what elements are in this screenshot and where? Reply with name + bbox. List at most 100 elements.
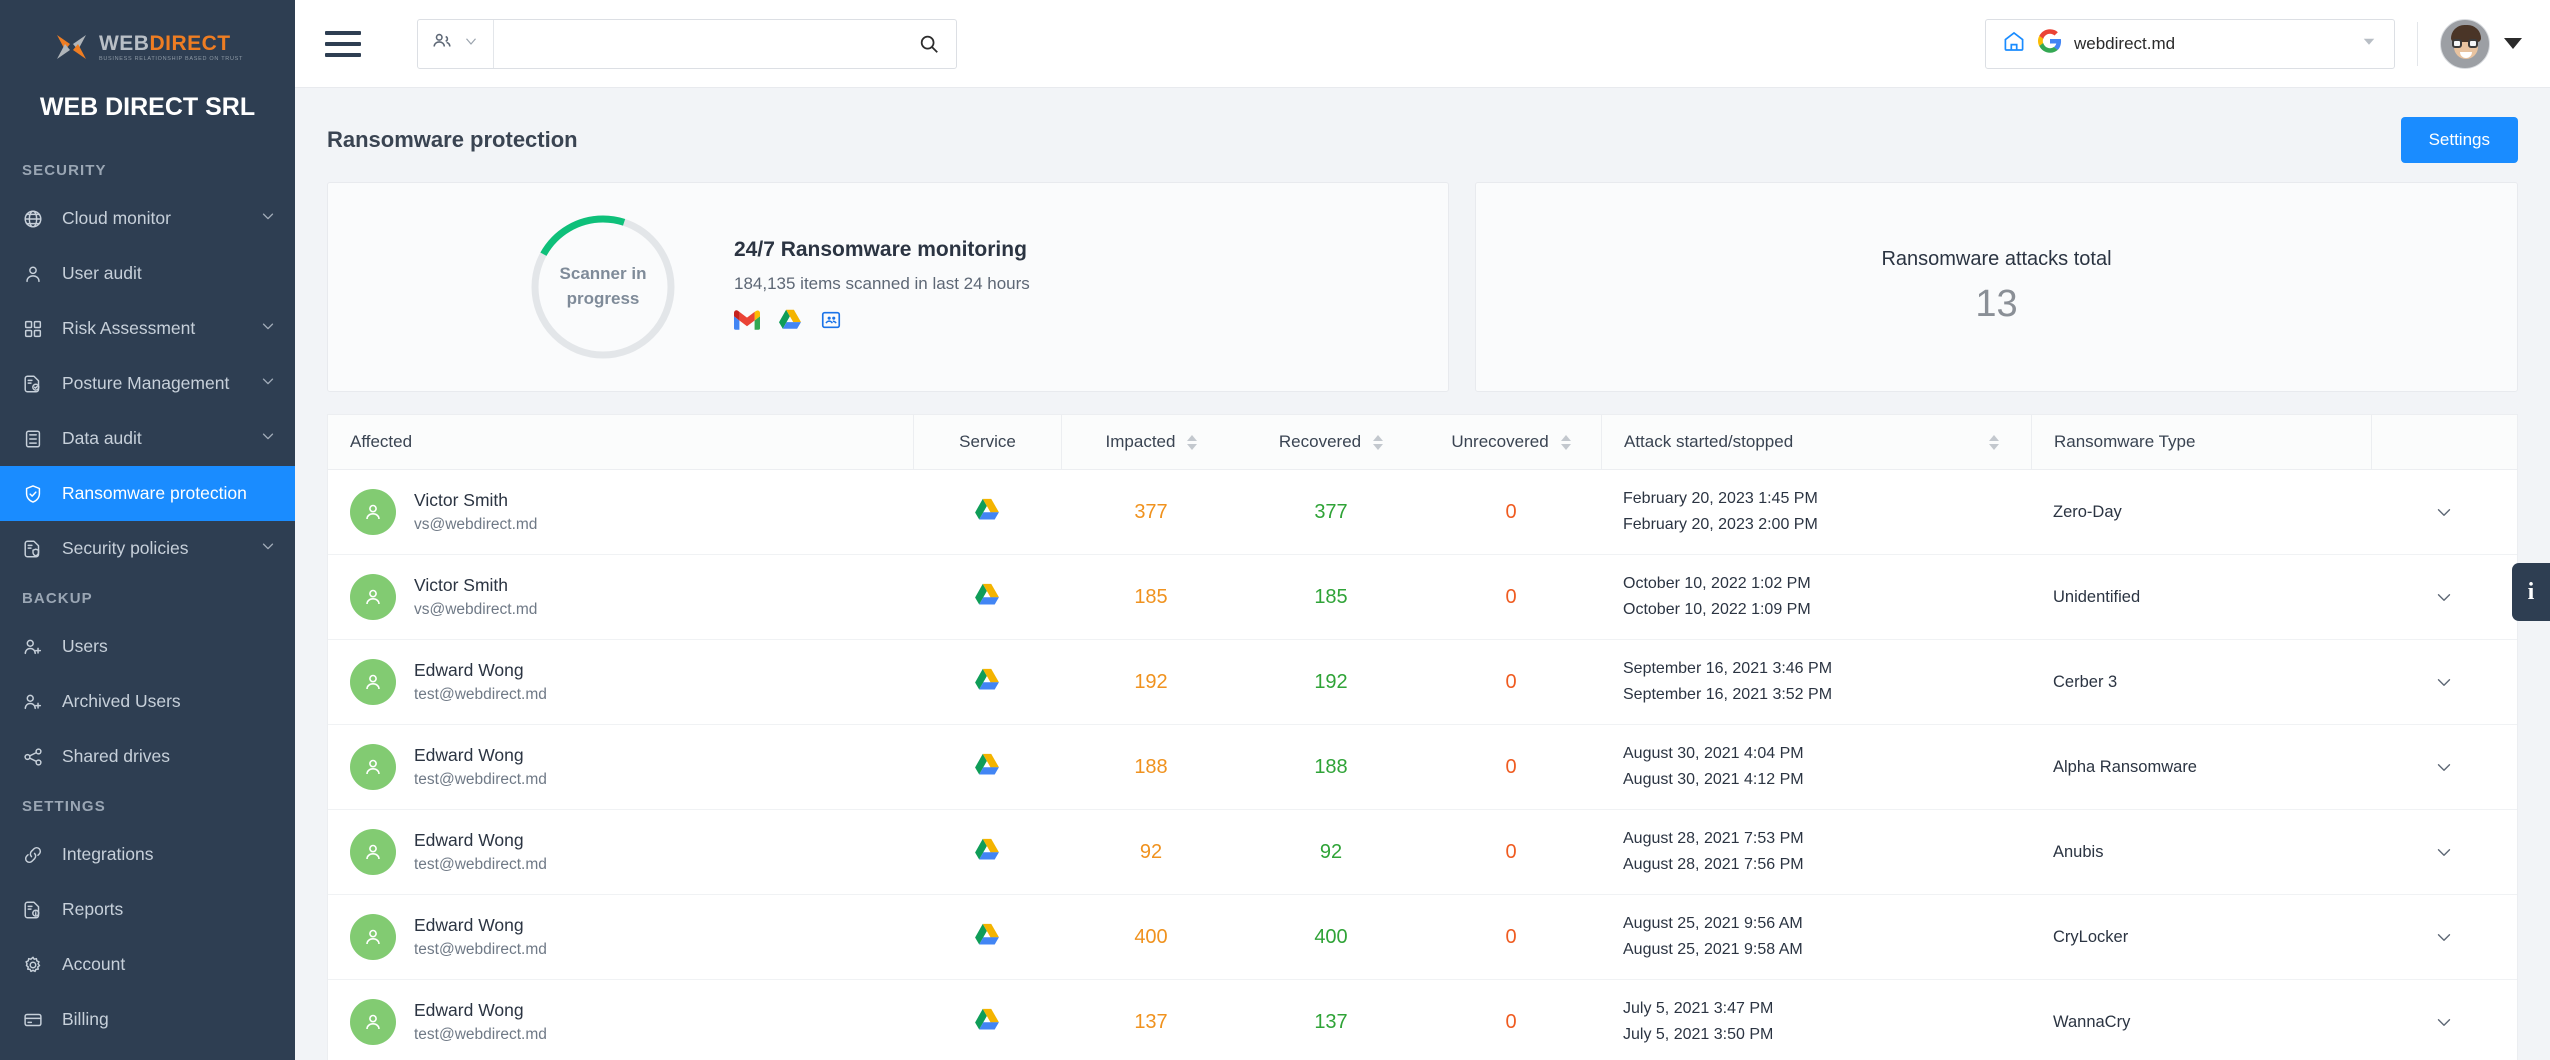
grid-icon — [22, 318, 48, 340]
user-email: vs@webdirect.md — [414, 601, 537, 619]
chevron-down-icon[interactable] — [259, 537, 277, 560]
row-expand-chevron-icon[interactable] — [2371, 841, 2517, 863]
sidebar-item-billing[interactable]: Billing — [0, 992, 295, 1047]
sort-toggle-unrecovered[interactable] — [1561, 435, 1571, 450]
cell-affected: Victor Smith vs@webdirect.md — [328, 574, 913, 620]
column-header-service[interactable]: Service — [913, 415, 1061, 469]
table-row[interactable]: Edward Wongtest@webdirect.md1881880Augus… — [328, 725, 2517, 810]
sidebar-item-data-audit[interactable]: Data audit — [0, 411, 295, 466]
monitoring-title: 24/7 Ransomware monitoring — [734, 238, 1030, 262]
column-header-recovered[interactable]: Recovered — [1241, 415, 1421, 469]
divider — [2417, 22, 2418, 66]
cell-service — [913, 1008, 1061, 1037]
attack-stopped: July 5, 2021 3:50 PM — [1623, 1022, 2031, 1048]
sidebar-item-cloud-monitor[interactable]: Cloud monitor — [0, 191, 295, 246]
column-header-affected[interactable]: Affected — [328, 415, 913, 469]
sidebar-item-label: Archived Users — [62, 691, 277, 712]
row-expand-chevron-icon[interactable] — [2371, 501, 2517, 523]
sidebar-section-backup: BACKUP — [0, 576, 295, 619]
search-input[interactable] — [494, 20, 902, 68]
chevron-down-icon[interactable] — [259, 207, 277, 230]
chevron-down-icon[interactable] — [259, 427, 277, 450]
search-icon[interactable] — [902, 33, 956, 55]
chevron-down-icon[interactable] — [259, 317, 277, 340]
row-expand-chevron-icon[interactable] — [2371, 756, 2517, 778]
column-header-unrecovered-label: Unrecovered — [1451, 432, 1548, 452]
cell-attack-dates: February 20, 2023 1:45 PMFebruary 20, 20… — [1601, 486, 2031, 538]
impacted-value: 185 — [1134, 586, 1167, 608]
attacks-table: Affected Service Impacted Recovered Unre… — [327, 414, 2518, 1060]
account-menu[interactable] — [2440, 19, 2522, 69]
table-row[interactable]: Edward Wongtest@webdirect.md92920August … — [328, 810, 2517, 895]
sort-toggle-impacted[interactable] — [1187, 435, 1197, 450]
user-name: Victor Smith — [414, 575, 537, 596]
top-bar: webdirect.md — [295, 0, 2550, 88]
unrecovered-value: 0 — [1505, 671, 1516, 693]
search-scope-dropdown[interactable] — [418, 20, 494, 68]
ransomware-type: Unidentified — [2053, 588, 2140, 606]
ransomware-type: CryLocker — [2053, 928, 2128, 946]
sidebar-item-security-policies[interactable]: Security policies — [0, 521, 295, 576]
sidebar-item-user-audit[interactable]: User audit — [0, 246, 295, 301]
main-area: webdirect.md Ransomwar — [295, 0, 2550, 1060]
ransomware-type: Cerber 3 — [2053, 673, 2117, 691]
google-drive-icon — [778, 309, 802, 336]
sidebar-item-label: Posture Management — [62, 373, 259, 394]
row-expand-chevron-icon[interactable] — [2371, 586, 2517, 608]
home-icon — [2002, 29, 2026, 58]
table-row[interactable]: Victor Smithvs@webdirect.md1851850Octobe… — [328, 555, 2517, 640]
google-drive-icon — [974, 923, 1000, 952]
domain-name: webdirect.md — [2074, 34, 2348, 54]
link-icon — [22, 844, 48, 866]
column-header-attack-dates[interactable]: Attack started/stopped — [1601, 415, 2031, 469]
table-row[interactable]: Edward Wongtest@webdirect.md1371370July … — [328, 980, 2517, 1060]
google-drive-icon — [974, 498, 1000, 527]
domain-selector[interactable]: webdirect.md — [1985, 19, 2395, 69]
cell-recovered: 137 — [1241, 1011, 1421, 1034]
sidebar-item-archived-users[interactable]: Archived Users — [0, 674, 295, 729]
cell-unrecovered: 0 — [1421, 1011, 1601, 1034]
page-header: Ransomware protection Settings — [327, 114, 2518, 166]
column-header-ransomware-type[interactable]: Ransomware Type — [2031, 415, 2371, 469]
row-expand-chevron-icon[interactable] — [2371, 671, 2517, 693]
recovered-value: 137 — [1314, 1011, 1347, 1033]
recovered-value: 92 — [1320, 841, 1342, 863]
summary-cards: Scanner in progress 24/7 Ransomware moni… — [327, 182, 2518, 392]
table-header-row: Affected Service Impacted Recovered Unre… — [328, 414, 2517, 470]
sidebar-item-risk-assessment[interactable]: Risk Assessment — [0, 301, 295, 356]
row-expand-chevron-icon[interactable] — [2371, 926, 2517, 948]
unrecovered-value: 0 — [1505, 841, 1516, 863]
sidebar-item-ransomware-protection[interactable]: Ransomware protection — [0, 466, 295, 521]
cell-ransomware-type: Alpha Ransomware — [2031, 758, 2371, 777]
sidebar-item-integrations[interactable]: Integrations — [0, 827, 295, 882]
cell-attack-dates: September 16, 2021 3:46 PMSeptember 16, … — [1601, 656, 2031, 708]
cell-recovered: 192 — [1241, 671, 1421, 694]
sidebar-item-shared-drives[interactable]: Shared drives — [0, 729, 295, 784]
cell-service — [913, 838, 1061, 867]
google-drive-icon — [974, 753, 1000, 782]
cell-recovered: 400 — [1241, 926, 1421, 949]
sidebar-item-account[interactable]: Account — [0, 937, 295, 992]
column-header-unrecovered[interactable]: Unrecovered — [1421, 415, 1601, 469]
sidebar-nav: SECURITYCloud monitorUser auditRisk Asse… — [0, 148, 295, 1047]
settings-button[interactable]: Settings — [2401, 117, 2518, 163]
table-row[interactable]: Edward Wongtest@webdirect.md1921920Septe… — [328, 640, 2517, 725]
top-bar-right: webdirect.md — [1985, 19, 2522, 69]
page-content: Ransomware protection Settings Scanner i… — [295, 88, 2550, 1060]
chevron-down-icon[interactable] — [259, 372, 277, 395]
scanner-status-line1: Scanner in — [560, 262, 647, 287]
table-row[interactable]: Edward Wongtest@webdirect.md4004000Augus… — [328, 895, 2517, 980]
table-row[interactable]: Victor Smithvs@webdirect.md3773770Februa… — [328, 470, 2517, 555]
cell-service — [913, 583, 1061, 612]
impacted-value: 92 — [1140, 841, 1162, 863]
sidebar-item-label: User audit — [62, 263, 277, 284]
sort-toggle-attack-dates[interactable] — [1989, 435, 1999, 450]
sidebar-item-users[interactable]: Users — [0, 619, 295, 674]
sort-toggle-recovered[interactable] — [1373, 435, 1383, 450]
hamburger-icon[interactable] — [325, 31, 361, 57]
column-header-impacted[interactable]: Impacted — [1061, 415, 1241, 469]
row-expand-chevron-icon[interactable] — [2371, 1011, 2517, 1033]
sidebar-item-reports[interactable]: Reports — [0, 882, 295, 937]
info-tab-button[interactable]: i — [2512, 563, 2550, 621]
sidebar-item-posture-management[interactable]: Posture Management — [0, 356, 295, 411]
